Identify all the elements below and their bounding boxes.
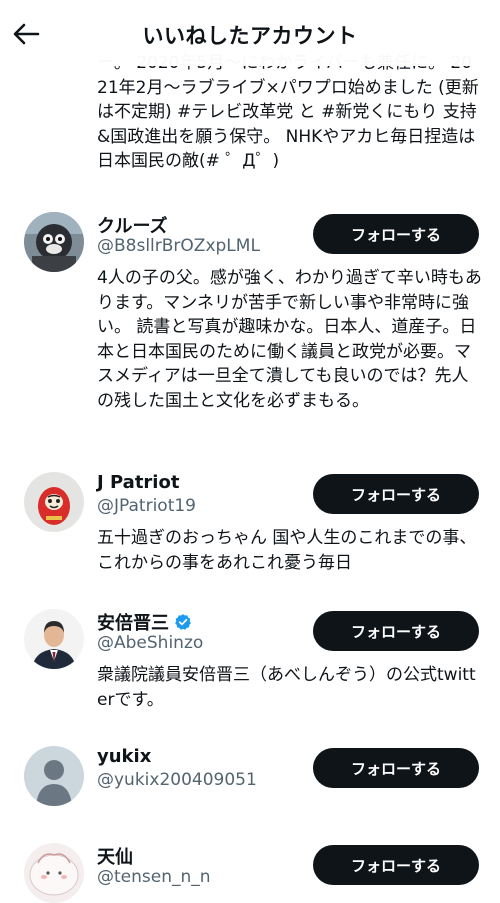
user-bio: 4人の子の父。感が強く、わかり過ぎて辛い時もあります。マンネリが苦手で新しい事や… — [97, 268, 482, 411]
user-handle[interactable]: @tensen_n_n — [97, 867, 211, 887]
user-handle[interactable]: @B8sllrBrOZxpLML — [97, 236, 260, 256]
user-bio: 五十過ぎのおっちゃん 国や人生のこれまでの事、 これからの事をあれこれ憂う毎日 — [97, 528, 477, 573]
top-bar: いいねしたアカウント — [0, 0, 500, 66]
user-bio: 衆議院議員安倍晋三（あべしんぞう）の公式twitterです。 — [97, 665, 476, 710]
display-name[interactable]: 天仙 — [97, 843, 133, 869]
follow-button[interactable]: フォローする — [313, 214, 479, 254]
page-title: いいねしたアカウント — [142, 24, 358, 48]
avatar[interactable] — [24, 472, 84, 532]
default-avatar[interactable] — [24, 746, 84, 806]
liked-accounts-list: ー。 2020年5月〜にわかライバーも兼任に。 2021年2月〜ラブライブ×パワ… — [0, 0, 500, 903]
follow-button[interactable]: フォローする — [313, 474, 479, 514]
follow-button[interactable]: フォローする — [313, 845, 479, 885]
avatar[interactable] — [24, 843, 84, 903]
follow-button[interactable]: フォローする — [313, 611, 479, 651]
user-handle[interactable]: @AbeShinzo — [97, 633, 203, 653]
previous-user-bio: ー。 2020年5月〜にわかライバーも兼任に。 2021年2月〜ラブライブ×パワ… — [97, 53, 479, 171]
user-handle[interactable]: @JPatriot19 — [97, 496, 196, 516]
display-name[interactable]: J Patriot — [97, 472, 179, 493]
display-name[interactable]: 安倍晋三 — [97, 609, 192, 635]
avatar[interactable] — [24, 609, 84, 669]
follow-button[interactable]: フォローする — [313, 748, 479, 788]
display-name[interactable]: yukix — [97, 746, 151, 767]
avatar[interactable] — [24, 212, 84, 272]
display-name[interactable]: クルーズ — [97, 212, 168, 238]
verified-badge-icon — [174, 613, 192, 631]
user-handle[interactable]: @yukix200409051 — [97, 770, 257, 790]
